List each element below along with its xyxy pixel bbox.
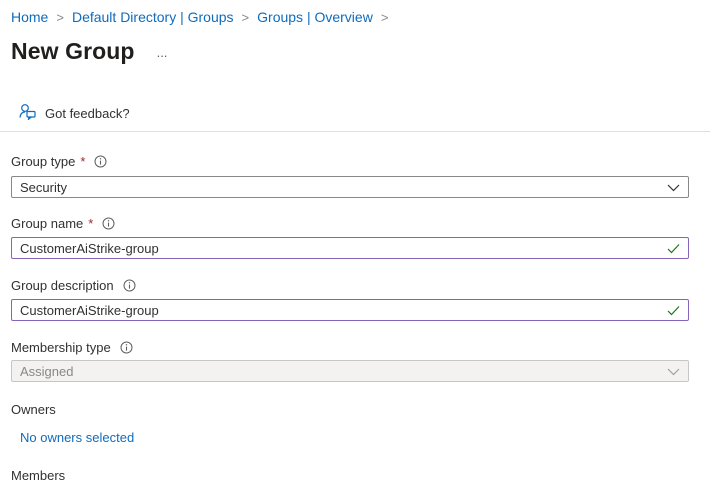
group-name-label-text: Group name bbox=[11, 216, 84, 231]
owners-label: Owners bbox=[11, 402, 56, 417]
info-icon[interactable] bbox=[120, 341, 133, 354]
feedback-button[interactable]: Got feedback? bbox=[19, 103, 130, 123]
page-title: New Group bbox=[11, 38, 135, 64]
divider bbox=[0, 131, 710, 132]
info-icon[interactable] bbox=[102, 217, 115, 230]
breadcrumb-separator: > bbox=[56, 9, 64, 25]
group-name-label: Group name * bbox=[11, 216, 115, 231]
membership-type-label: Membership type bbox=[11, 340, 133, 355]
group-description-value: CustomerAiStrike-group bbox=[20, 302, 159, 318]
required-marker: * bbox=[80, 154, 86, 169]
feedback-label: Got feedback? bbox=[45, 105, 130, 121]
membership-type-value: Assigned bbox=[20, 363, 74, 379]
title-row: New Group ... bbox=[11, 38, 167, 65]
membership-type-label-text: Membership type bbox=[11, 340, 111, 355]
group-name-value: CustomerAiStrike-group bbox=[20, 240, 159, 256]
group-type-value: Security bbox=[20, 179, 67, 195]
more-options-button[interactable]: ... bbox=[157, 45, 168, 60]
members-label: Members bbox=[11, 468, 66, 483]
breadcrumb-home[interactable]: Home bbox=[11, 9, 48, 25]
no-owners-selected-link[interactable]: No owners selected bbox=[20, 430, 134, 445]
chevron-down-icon bbox=[667, 182, 680, 193]
info-icon[interactable] bbox=[123, 279, 136, 292]
group-type-dropdown[interactable]: Security bbox=[11, 176, 689, 198]
breadcrumb-groups[interactable]: Default Directory | Groups bbox=[72, 9, 234, 25]
info-icon[interactable] bbox=[94, 155, 107, 168]
check-icon bbox=[667, 305, 680, 316]
chevron-down-icon bbox=[667, 366, 680, 377]
breadcrumb-groups-overview[interactable]: Groups | Overview bbox=[257, 9, 373, 25]
group-type-label: Group type * bbox=[11, 154, 107, 169]
group-name-input[interactable]: CustomerAiStrike-group bbox=[11, 237, 689, 259]
required-marker: * bbox=[88, 216, 94, 231]
membership-type-dropdown: Assigned bbox=[11, 360, 689, 382]
breadcrumb-separator: > bbox=[241, 9, 250, 25]
feedback-icon bbox=[19, 103, 45, 123]
check-icon bbox=[667, 243, 680, 254]
breadcrumb-separator: > bbox=[380, 9, 389, 25]
group-description-input[interactable]: CustomerAiStrike-group bbox=[11, 299, 689, 321]
group-description-label: Group description bbox=[11, 278, 136, 293]
group-description-label-text: Group description bbox=[11, 278, 114, 293]
group-type-label-text: Group type bbox=[11, 154, 76, 169]
breadcrumb: Home > Default Directory | Groups > Grou… bbox=[11, 9, 396, 25]
